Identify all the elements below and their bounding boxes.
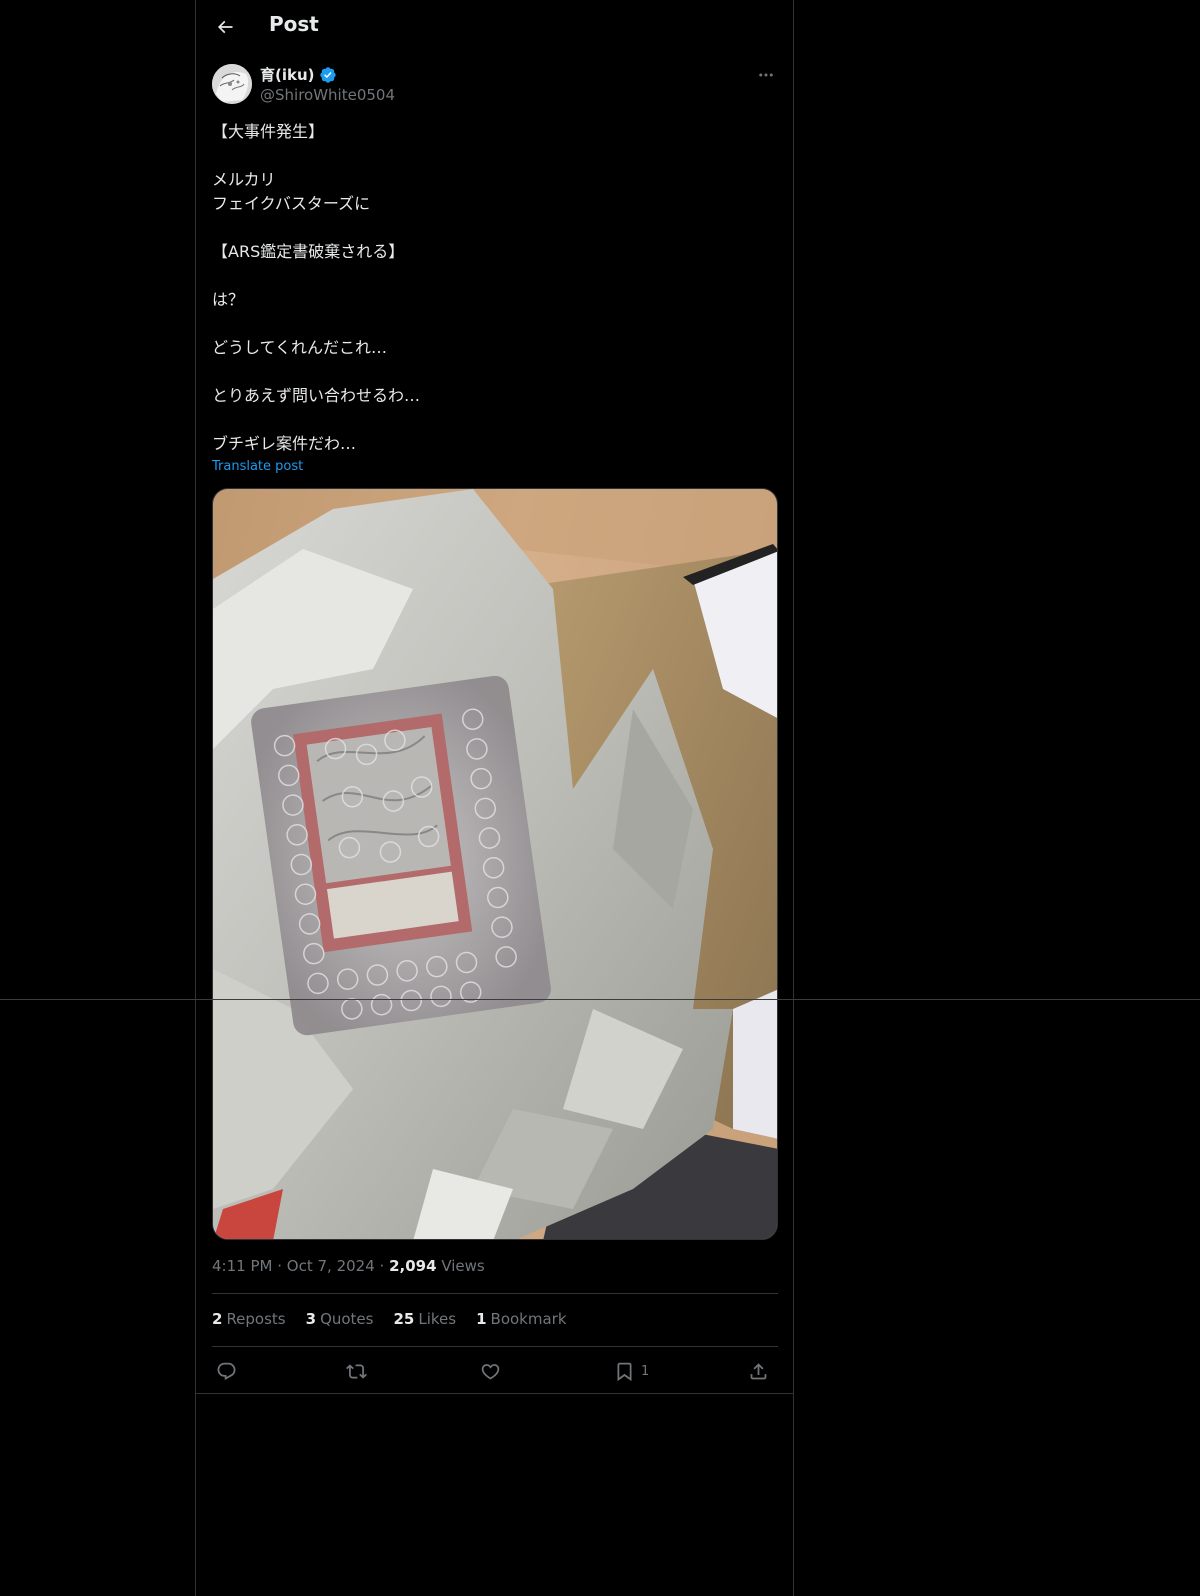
post-header: Post [196,0,793,54]
repost-button[interactable] [346,1356,367,1386]
reply-icon [217,1362,236,1380]
post-line: どうしてくれんだこれ… [212,338,388,357]
reposts-stat[interactable]: 2 Reposts [212,1310,286,1328]
quotes-label: Quotes [320,1310,374,1328]
like-button[interactable] [480,1356,501,1386]
share-button[interactable] [748,1356,769,1386]
post-line: 【大事件発生】 [212,122,325,141]
page-title: Post [269,12,319,36]
views-label: Views [441,1257,485,1275]
post-stats: 2 Reposts 3 Quotes 25 Likes 1 Bookmark [212,1310,567,1328]
reply-button[interactable] [216,1356,237,1386]
post-line: フェイクバスターズに [212,194,371,213]
page: Post 育(iku) @ShiroWhite0504 【大事件発生】 メルカリ… [0,0,1200,1596]
post-line [212,408,778,432]
views-count: 2,094 [389,1257,437,1275]
divider [212,1346,778,1347]
post-text: 【大事件発生】 メルカリ フェイクバスターズに 【ARS鑑定書破棄される】 は？… [212,120,778,456]
more-options-button[interactable] [754,64,778,86]
post-line: は？ [212,290,245,309]
avatar[interactable] [212,64,252,104]
post-line [212,216,778,240]
post-image[interactable] [212,488,778,1240]
post-actions: 1 [212,1356,778,1386]
back-button[interactable] [210,12,240,42]
post-line [212,360,778,384]
post-column: Post 育(iku) @ShiroWhite0504 【大事件発生】 メルカリ… [195,0,794,1596]
author-handle[interactable]: @ShiroWhite0504 [260,86,395,104]
reposts-count: 2 [212,1310,223,1328]
post-line: とりあえず問い合わせるわ… [212,386,421,405]
meta-separator: · [277,1257,287,1275]
post-author: 育(iku) @ShiroWhite0504 [212,64,778,108]
share-icon [750,1362,767,1379]
bookmark-icon [617,1362,632,1381]
post-line [212,312,778,336]
repost-icon [346,1363,367,1379]
post-line: ブチギレ案件だわ… [212,434,357,453]
author-name[interactable]: 育(iku) [260,64,337,85]
quotes-stat[interactable]: 3 Quotes [306,1310,374,1328]
bookmark-count: 1 [641,1363,650,1379]
divider [212,1293,778,1294]
bookmarks-count: 1 [476,1310,487,1328]
arrow-left-icon [217,20,233,34]
post-line [212,144,778,168]
divider [196,1393,793,1394]
post-line: メルカリ [212,170,276,189]
divider [0,999,1200,1000]
post-time[interactable]: 4:11 PM [212,1257,272,1275]
likes-label: Likes [418,1310,457,1328]
post-line: 【ARS鑑定書破棄される】 [212,242,405,261]
quotes-count: 3 [305,1310,317,1328]
verified-badge-icon[interactable] [319,66,337,84]
post-line [212,264,778,288]
post-meta: 4:11 PM · Oct 7, 2024 · 2,094 Views [212,1257,485,1275]
more-horizontal-icon [759,73,773,77]
meta-separator: · [379,1257,390,1275]
heart-icon [481,1363,500,1380]
author-display-name: 育(iku) [260,66,315,84]
bookmark-button[interactable]: 1 [614,1356,649,1386]
post-date[interactable]: Oct 7, 2024 [287,1257,375,1275]
reposts-label: Reposts [226,1310,286,1328]
bookmarks-stat[interactable]: 1 Bookmark [476,1310,566,1328]
translate-post-link[interactable]: Translate post [212,459,303,474]
likes-count: 25 [393,1310,415,1328]
likes-stat[interactable]: 25 Likes [393,1310,456,1328]
bookmarks-label: Bookmark [490,1310,567,1328]
